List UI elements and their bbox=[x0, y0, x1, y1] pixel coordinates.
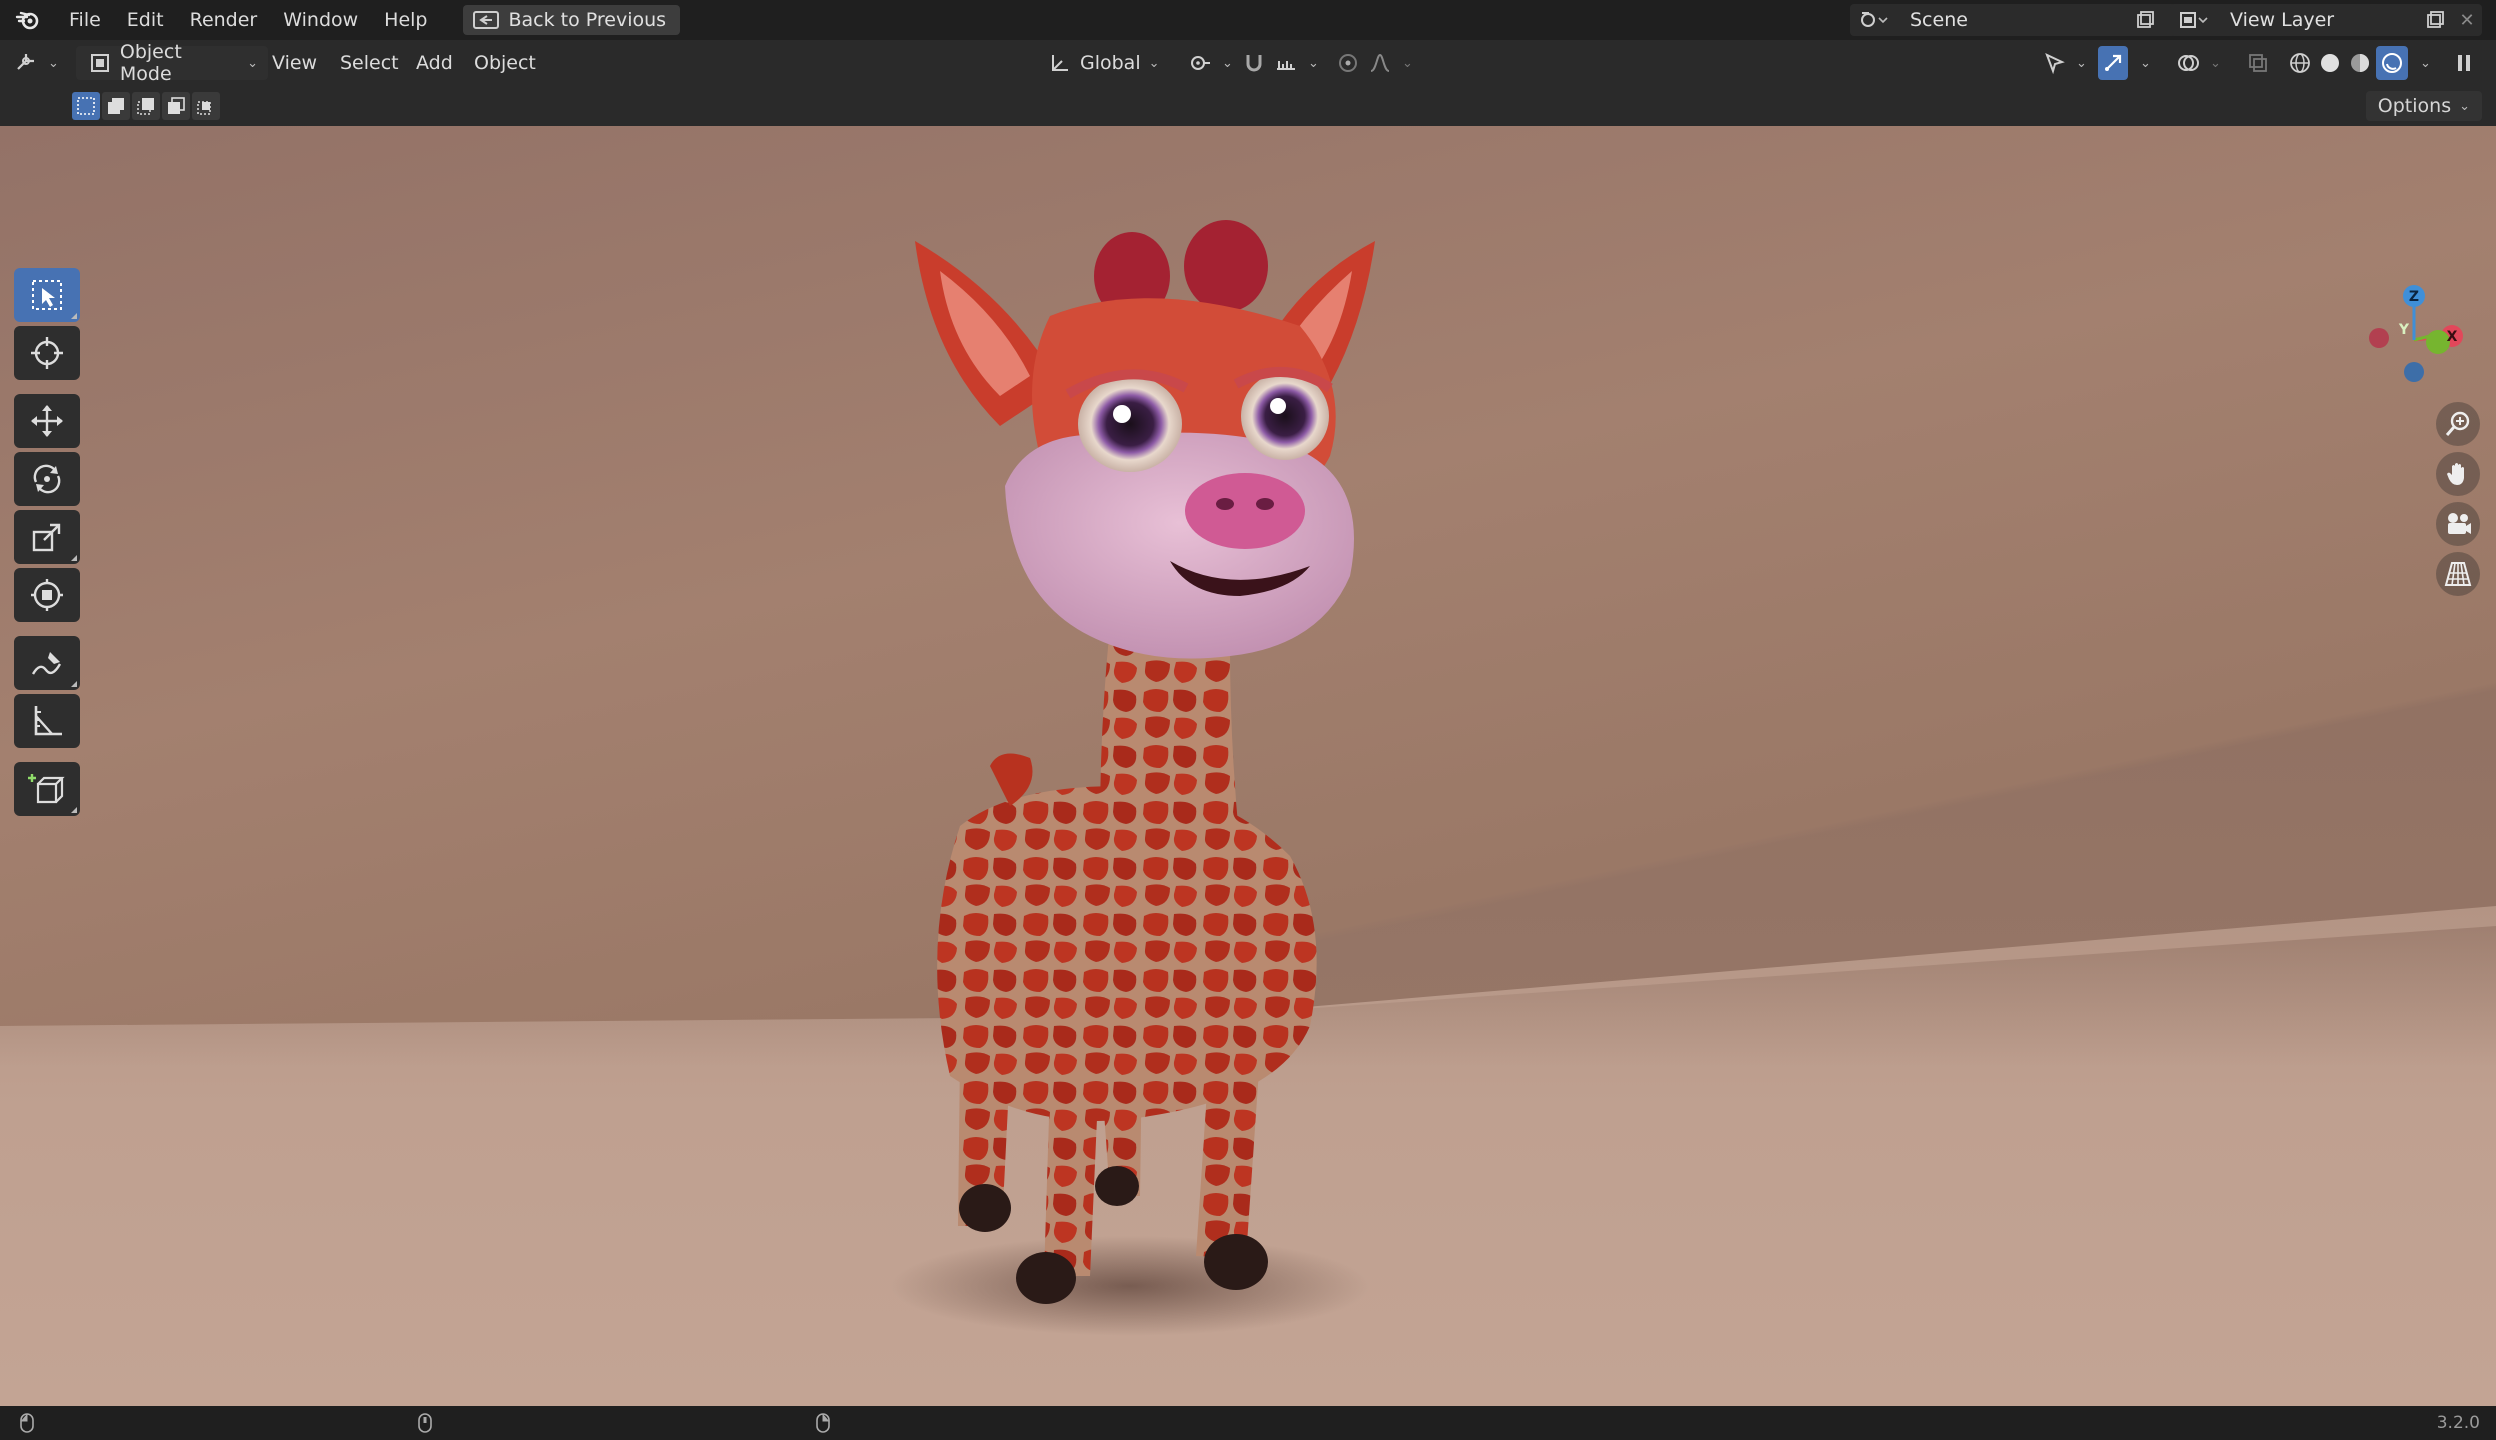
menu-edit[interactable]: Edit bbox=[114, 0, 177, 40]
new-scene-icon[interactable] bbox=[2128, 4, 2162, 36]
select-subtract-icon[interactable] bbox=[132, 92, 160, 120]
pivot-point-dropdown[interactable]: ⌄ bbox=[1186, 46, 1233, 80]
select-intersect-icon[interactable] bbox=[192, 92, 220, 120]
move-tool-icon[interactable] bbox=[14, 394, 80, 448]
gizmo-icon bbox=[2099, 49, 2127, 77]
editor-type-icon bbox=[12, 49, 40, 77]
gizmo-x-label: X bbox=[2447, 329, 2458, 345]
shading-options-dropdown[interactable]: ⌄ bbox=[2412, 46, 2431, 80]
show-gizmo-toggle[interactable] bbox=[2098, 46, 2128, 80]
select-new-icon[interactable] bbox=[72, 92, 100, 120]
object-mode-label: Object Mode bbox=[119, 41, 182, 85]
navigation-gizmo[interactable]: X Z Y bbox=[2354, 266, 2484, 406]
object-mode-icon bbox=[86, 49, 114, 77]
proportional-edit-icon bbox=[1334, 49, 1362, 77]
top-menu-bar: File Edit Render Window Help Back to Pre… bbox=[0, 0, 2496, 40]
back-screen-icon bbox=[472, 11, 499, 29]
pan-hand-icon[interactable] bbox=[2436, 452, 2480, 496]
falloff-curve-icon bbox=[1366, 49, 1394, 77]
back-to-previous-button[interactable]: Back to Previous bbox=[462, 5, 681, 35]
scale-tool-icon[interactable] bbox=[14, 510, 80, 564]
menu-window[interactable]: Window bbox=[270, 0, 371, 40]
snap-target-dropdown[interactable]: ⌄ bbox=[1272, 46, 1319, 80]
header-menu-add[interactable]: Add bbox=[416, 46, 453, 80]
show-overlays-toggle[interactable]: ⌄ bbox=[2174, 46, 2221, 80]
new-view-layer-icon[interactable] bbox=[2418, 4, 2452, 36]
shading-rendered-button[interactable] bbox=[2376, 46, 2408, 80]
rendered-sphere-icon bbox=[2378, 49, 2406, 77]
select-extend-icon[interactable] bbox=[102, 92, 130, 120]
proportional-falloff-dropdown[interactable]: ⌄ bbox=[1366, 46, 1413, 80]
select-box-tool-icon[interactable] bbox=[14, 268, 80, 322]
navigation-controls bbox=[2436, 402, 2480, 596]
options-dropdown[interactable]: Options ⌄ bbox=[2365, 91, 2482, 121]
editor-type-dropdown[interactable]: ⌄ bbox=[12, 46, 59, 80]
mouse-right-icon bbox=[816, 1413, 830, 1433]
gizmo-y-label: Y bbox=[2398, 322, 2410, 338]
measure-tool-icon[interactable] bbox=[14, 694, 80, 748]
view-layer-selector: View Layer ✕ bbox=[2170, 4, 2482, 36]
shading-material-button[interactable] bbox=[2346, 46, 2374, 80]
solid-sphere-icon bbox=[2316, 49, 2344, 77]
options-label: Options bbox=[2377, 95, 2452, 117]
tool-shelf bbox=[14, 268, 82, 820]
scene-browse-icon[interactable] bbox=[1850, 4, 1898, 36]
transform-tool-icon[interactable] bbox=[14, 568, 80, 622]
3d-viewport[interactable]: X Z Y bbox=[0, 126, 2496, 1406]
transform-orientation-dropdown[interactable]: Global ⌄ bbox=[1046, 46, 1160, 80]
proportional-editing-toggle[interactable] bbox=[1334, 46, 1362, 80]
scene-selector: Scene ✕ bbox=[1850, 4, 2192, 36]
selectability-icon bbox=[2040, 49, 2068, 77]
xray-toggle[interactable] bbox=[2244, 46, 2272, 80]
mouse-left-icon bbox=[20, 1413, 34, 1433]
overlays-icon bbox=[2174, 49, 2202, 77]
menu-render[interactable]: Render bbox=[177, 0, 271, 40]
snap-increment-icon bbox=[1272, 49, 1300, 77]
cursor-tool-icon[interactable] bbox=[14, 326, 80, 380]
object-mode-dropdown[interactable]: Object Mode ⌄ bbox=[76, 41, 268, 85]
view-object-types-dropdown[interactable]: ⌄ bbox=[2040, 46, 2087, 80]
view-layer-name-field[interactable]: View Layer bbox=[2218, 4, 2418, 36]
status-bar: 3.2.0 bbox=[0, 1406, 2496, 1440]
delete-view-layer-icon[interactable]: ✕ bbox=[2452, 4, 2482, 36]
wireframe-sphere-icon bbox=[2286, 49, 2314, 77]
header-menu-object[interactable]: Object bbox=[474, 46, 536, 80]
blender-logo-icon[interactable] bbox=[0, 0, 56, 40]
header-menu-select[interactable]: Select bbox=[340, 46, 399, 80]
snap-toggle[interactable] bbox=[1240, 46, 1268, 80]
giraffe-render bbox=[890, 220, 1375, 1336]
selection-mode-group bbox=[72, 92, 220, 120]
magnet-icon bbox=[1240, 49, 1268, 77]
pivot-point-icon bbox=[1186, 49, 1214, 77]
camera-view-icon[interactable] bbox=[2436, 502, 2480, 546]
header-menu-view[interactable]: View bbox=[272, 46, 317, 80]
orientation-axes-icon bbox=[1046, 49, 1074, 77]
menu-help[interactable]: Help bbox=[371, 0, 440, 40]
tool-settings-bar: Options ⌄ bbox=[0, 86, 2496, 126]
gizmo-z-label: Z bbox=[2409, 289, 2419, 305]
menu-file[interactable]: File bbox=[56, 0, 114, 40]
rotate-tool-icon[interactable] bbox=[14, 452, 80, 506]
viewport-header: ⌄ Object Mode ⌄ View Select Add Object G… bbox=[0, 40, 2496, 86]
version-label: 3.2.0 bbox=[2436, 1413, 2480, 1433]
perspective-grid-icon[interactable] bbox=[2436, 552, 2480, 596]
mouse-middle-icon bbox=[418, 1413, 432, 1433]
back-to-previous-label: Back to Previous bbox=[508, 9, 667, 31]
zoom-icon[interactable] bbox=[2436, 402, 2480, 446]
pause-icon bbox=[2450, 49, 2478, 77]
viewport-render-pause-toggle[interactable] bbox=[2450, 46, 2478, 80]
xray-icon bbox=[2244, 49, 2272, 77]
annotate-tool-icon[interactable] bbox=[14, 636, 80, 690]
gizmo-dropdown[interactable]: ⌄ bbox=[2132, 46, 2151, 80]
select-invert-icon[interactable] bbox=[162, 92, 190, 120]
shading-wireframe-button[interactable] bbox=[2286, 46, 2314, 80]
material-sphere-icon bbox=[2346, 49, 2374, 77]
transform-orientation-label: Global bbox=[1080, 52, 1141, 74]
add-cube-tool-icon[interactable] bbox=[14, 762, 80, 816]
shading-solid-button[interactable] bbox=[2316, 46, 2344, 80]
view-layer-browse-icon[interactable] bbox=[2170, 4, 2218, 36]
scene-name-field[interactable]: Scene bbox=[1898, 4, 2128, 36]
